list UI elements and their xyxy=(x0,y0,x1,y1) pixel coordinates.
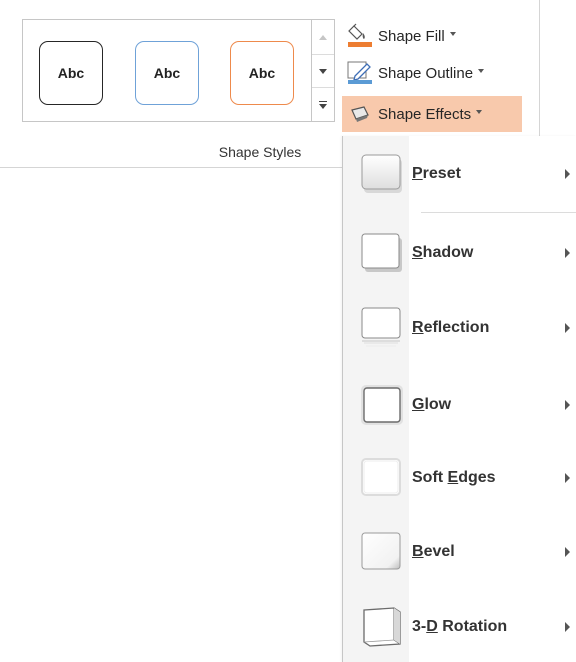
dropdown-arrow-icon xyxy=(478,69,485,73)
menu-item-glow[interactable]: Glow xyxy=(343,370,576,440)
menu-item-bevel[interactable]: Bevel xyxy=(343,517,576,587)
shape-styles-gallery: Abc Abc Abc xyxy=(22,19,312,122)
menu-item-label: Glow xyxy=(412,396,452,413)
style-swatch-blue[interactable]: Abc xyxy=(135,41,199,105)
menu-item-label: 3-D Rotation xyxy=(412,618,508,635)
style-swatch-dark[interactable]: Abc xyxy=(39,41,103,105)
menu-separator xyxy=(421,212,576,213)
shape-effects-label: Shape Effects xyxy=(378,105,472,123)
submenu-arrow-icon xyxy=(565,248,570,258)
shape-effects-menu: Preset Shadow Reflection Glow Soft Edges… xyxy=(342,136,576,662)
submenu-arrow-icon xyxy=(565,400,570,410)
submenu-arrow-icon xyxy=(565,323,570,333)
menu-item-shadow[interactable]: Shadow xyxy=(343,218,576,288)
bevel-icon xyxy=(360,531,404,573)
submenu-arrow-icon xyxy=(565,473,570,483)
shape-effects-icon xyxy=(346,101,374,127)
chevron-up-icon xyxy=(319,34,327,40)
pencil-outline-icon xyxy=(346,60,374,86)
shape-outline-button[interactable]: Shape Outline xyxy=(342,57,530,89)
gallery-more-button[interactable] xyxy=(312,88,334,122)
shape-fill-label: Shape Fill xyxy=(378,27,445,45)
paint-bucket-icon xyxy=(346,23,374,49)
menu-item-preset[interactable]: Preset xyxy=(343,139,576,209)
preset-icon xyxy=(360,153,404,195)
menu-item-label: Reflection xyxy=(412,319,490,336)
submenu-arrow-icon xyxy=(565,622,570,632)
shape-fill-button[interactable]: Shape Fill xyxy=(342,20,530,52)
glow-icon xyxy=(360,384,404,426)
dropdown-arrow-icon xyxy=(476,110,483,114)
shape-effects-button[interactable]: Shape Effects xyxy=(342,96,522,132)
gallery-scroll xyxy=(312,19,335,122)
menu-item-3d-rotation[interactable]: 3-D Rotation xyxy=(343,592,576,662)
shadow-icon xyxy=(360,232,404,274)
menu-item-reflection[interactable]: Reflection xyxy=(343,293,576,363)
chevron-down-icon xyxy=(319,68,327,74)
3d-rotation-icon xyxy=(360,606,404,648)
reflection-icon xyxy=(360,307,404,349)
submenu-arrow-icon xyxy=(565,547,570,557)
group-label: Shape Styles xyxy=(218,144,302,160)
menu-item-label: Shadow xyxy=(412,244,474,261)
menu-item-label: Soft Edges xyxy=(412,469,496,486)
shape-outline-label: Shape Outline xyxy=(378,64,474,82)
gallery-scroll-down-button[interactable] xyxy=(312,54,334,88)
dropdown-arrow-icon xyxy=(449,32,456,36)
submenu-arrow-icon xyxy=(565,169,570,179)
menu-item-label: Preset xyxy=(412,165,461,182)
more-icon xyxy=(319,101,327,109)
style-swatch-orange[interactable]: Abc xyxy=(230,41,294,105)
gallery-scroll-up-button[interactable] xyxy=(312,20,334,54)
menu-item-soft-edges[interactable]: Soft Edges xyxy=(343,443,576,513)
menu-item-label: Bevel xyxy=(412,543,455,560)
soft-edges-icon xyxy=(360,457,404,499)
